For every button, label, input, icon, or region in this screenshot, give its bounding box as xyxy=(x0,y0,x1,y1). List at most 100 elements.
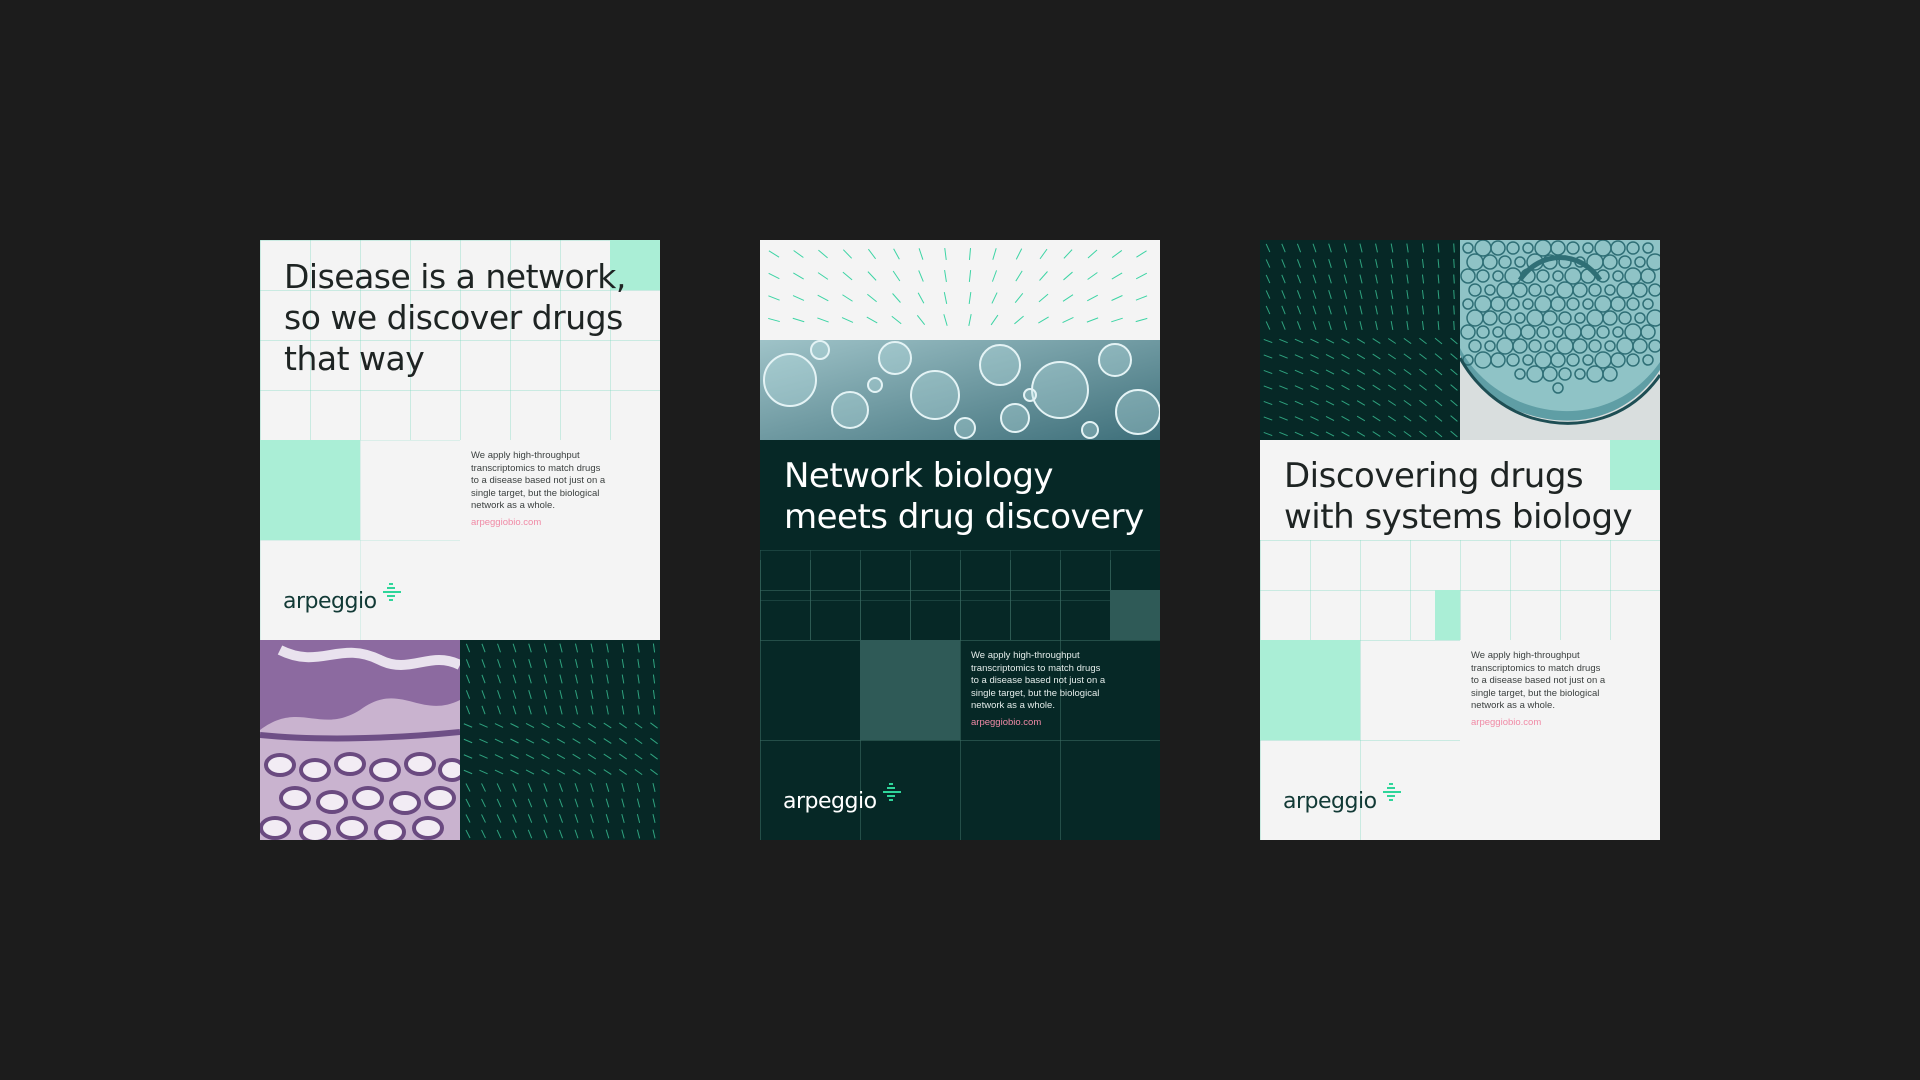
dash-mark xyxy=(1403,430,1412,438)
dash-mark xyxy=(465,814,471,823)
dash-mark xyxy=(512,659,517,668)
dash-mark xyxy=(1387,369,1397,375)
dash-mark xyxy=(1359,274,1363,284)
dash-mark xyxy=(479,754,488,759)
dash-mark xyxy=(510,754,519,759)
dash-mark xyxy=(1372,338,1381,344)
body-copy: We apply high-throughput transcriptomics… xyxy=(471,450,606,511)
website-link[interactable]: arpeggiobio.com xyxy=(971,717,1041,728)
dash-mark xyxy=(1294,385,1304,390)
dash-mark xyxy=(587,722,597,729)
radial-dash-mark xyxy=(991,270,998,282)
dash-mark xyxy=(528,705,532,715)
dash-mark xyxy=(1434,415,1443,422)
dash-mark xyxy=(636,783,641,792)
dash-mark xyxy=(512,814,517,823)
dash-mark xyxy=(543,814,548,823)
dash-mark xyxy=(650,737,658,745)
radial-dash-mark xyxy=(918,248,924,260)
dash-mark xyxy=(574,798,579,808)
dash-mark xyxy=(619,769,627,775)
dash-mark xyxy=(1312,305,1317,315)
dash-mark xyxy=(606,643,609,653)
dash-mark xyxy=(1387,415,1397,422)
dash-mark xyxy=(1294,338,1304,344)
dash-mark xyxy=(1341,431,1350,437)
dash-mark xyxy=(1372,431,1381,437)
logo-mark-icon xyxy=(1382,783,1401,801)
dash-mark xyxy=(497,643,501,653)
dash-mark xyxy=(528,674,532,684)
dash-mark xyxy=(1341,338,1350,344)
dash-mark xyxy=(1296,290,1302,299)
dash-mark xyxy=(1294,416,1304,421)
radial-dash-mark xyxy=(1015,270,1023,282)
dash-mark xyxy=(590,705,594,715)
dash-mark xyxy=(481,659,486,668)
dash-mark xyxy=(1279,369,1288,375)
dash-mark xyxy=(1312,274,1317,284)
dash-mark xyxy=(652,814,656,823)
mint-block xyxy=(260,440,360,540)
dash-mark xyxy=(1372,415,1381,422)
dash-mark xyxy=(497,705,501,715)
dash-mark xyxy=(543,690,548,699)
dash-mark xyxy=(1279,400,1288,406)
dash-mark xyxy=(1372,400,1381,406)
radial-dash-mark xyxy=(1111,317,1123,323)
radial-dash-mark xyxy=(1086,294,1099,302)
radial-dash-mark xyxy=(842,294,853,302)
dash-mark xyxy=(481,674,486,684)
dash-mark xyxy=(652,689,656,700)
website-link[interactable]: arpeggiobio.com xyxy=(1471,717,1541,728)
dash-mark xyxy=(1453,305,1455,315)
dash-mark xyxy=(1343,321,1348,330)
dash-mark xyxy=(587,738,597,744)
dash-mark xyxy=(556,753,566,760)
dash-mark xyxy=(496,829,502,839)
dash-mark xyxy=(1387,384,1397,391)
radial-dash-mark xyxy=(817,272,829,280)
dash-mark xyxy=(587,753,597,760)
dash-mark xyxy=(497,674,501,684)
dash-mark xyxy=(481,690,486,699)
dash-mark xyxy=(606,658,609,669)
dash-mark xyxy=(1328,321,1332,330)
dash-mark xyxy=(512,829,517,839)
dash-mark xyxy=(1403,415,1412,422)
dash-mark xyxy=(525,769,535,775)
dash-mark xyxy=(1310,385,1319,390)
dash-mark xyxy=(1310,416,1319,421)
dash-mark xyxy=(652,658,656,669)
dash-mark xyxy=(543,783,548,792)
dash-mark xyxy=(1341,415,1350,422)
dash-mark xyxy=(1375,289,1378,300)
dash-mark xyxy=(1341,353,1350,360)
dash-mark xyxy=(652,643,656,653)
dash-mark xyxy=(481,814,486,823)
dash-mark xyxy=(1406,274,1409,284)
radial-dash-mark xyxy=(1111,295,1123,301)
dash-mark xyxy=(619,738,627,744)
logo-mark-icon xyxy=(882,783,901,801)
dash-mark xyxy=(1453,258,1455,269)
dash-mark xyxy=(590,798,594,808)
radial-dash-mark xyxy=(944,269,947,283)
dash-mark xyxy=(1325,431,1335,437)
dash-mark xyxy=(1434,368,1443,376)
dash-mark xyxy=(1375,274,1378,284)
dash-mark xyxy=(1328,243,1332,253)
dash-mark xyxy=(1359,259,1363,268)
dash-mark xyxy=(556,738,566,744)
website-link[interactable]: arpeggiobio.com xyxy=(471,517,541,528)
dash-mark xyxy=(543,674,548,684)
dash-mark xyxy=(528,659,532,668)
radial-dash-mark xyxy=(893,248,900,260)
dash-mark xyxy=(1294,369,1304,375)
dash-mark xyxy=(527,814,533,823)
radial-dash-mark xyxy=(817,317,829,323)
dash-mark xyxy=(1421,243,1425,253)
dash-mark xyxy=(619,753,627,760)
radial-dash-mark xyxy=(1111,272,1123,280)
dash-mark xyxy=(621,783,625,792)
